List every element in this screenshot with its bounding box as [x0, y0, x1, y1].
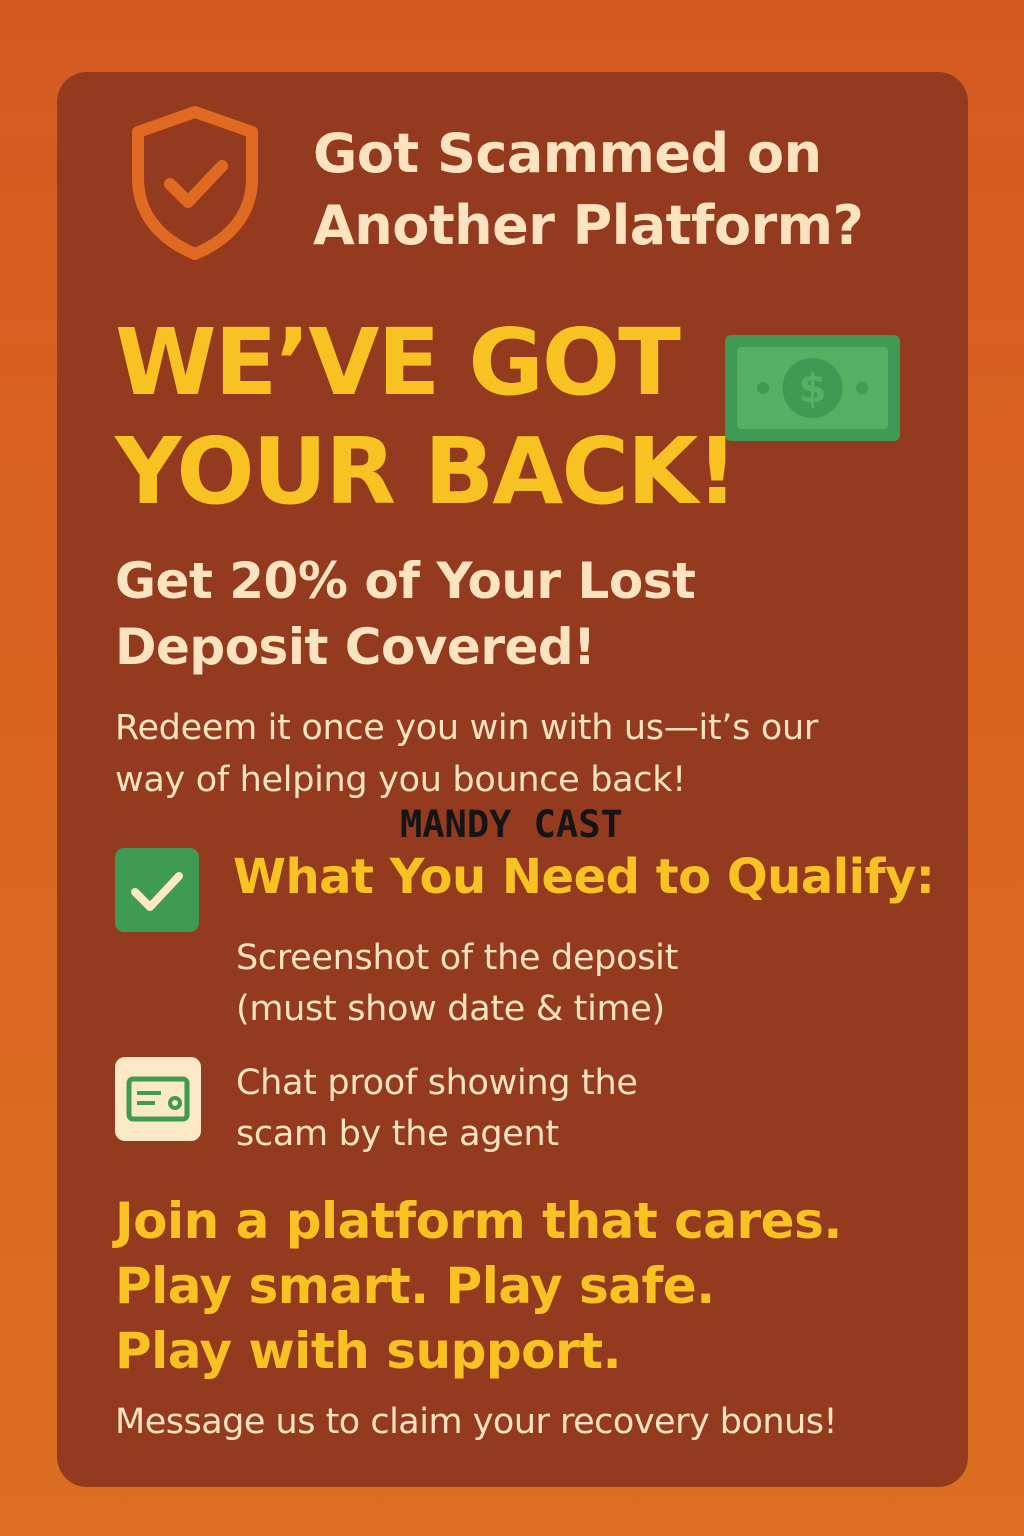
mandy-cast-stamp: MANDY CAST [400, 803, 623, 846]
tagline-line-3: Play with support. [115, 1322, 622, 1380]
svg-text:$: $ [799, 366, 827, 412]
headline: Got Scammed on Another Platform? [313, 118, 864, 262]
subtext-line-2: way of helping you bounce back! [115, 760, 686, 800]
requirement-item-2: Chat proof showing the scam by the agent [236, 1058, 638, 1160]
tagline: Join a platform that cares. Play smart. … [115, 1189, 842, 1384]
tagline-line-2: Play smart. Play safe. [115, 1257, 715, 1315]
call-to-action: Message us to claim your recovery bonus! [115, 1402, 838, 1442]
headline-line-1: Got Scammed on [313, 122, 822, 185]
tagline-line-1: Join a platform that cares. [115, 1192, 842, 1250]
money-bill-icon: $ [725, 335, 900, 441]
hero-line-2: YOUR BACK! [115, 418, 738, 525]
requirement-item-1: Screenshot of the deposit (must show dat… [236, 933, 678, 1035]
subtext: Redeem it once you win with us—it’s our … [115, 702, 818, 806]
checkmark-icon [115, 848, 199, 932]
hero-line-1: WE’VE GOT [115, 309, 681, 416]
qualify-heading: What You Need to Qualify: [233, 849, 935, 905]
offer-line-1: Get 20% of Your Lost [115, 552, 696, 610]
requirement-1-line-2: (must show date & time) [236, 989, 665, 1029]
payment-card-icon [115, 1057, 201, 1141]
requirement-1-line-1: Screenshot of the deposit [236, 938, 678, 978]
headline-line-2: Another Platform? [313, 194, 864, 257]
subtext-line-1: Redeem it once you win with us—it’s our [115, 708, 818, 748]
requirement-2-line-2: scam by the agent [236, 1114, 559, 1154]
hero-title: WE’VE GOT YOUR BACK! [115, 308, 738, 526]
shield-check-icon [128, 106, 262, 260]
offer-text: Get 20% of Your Lost Deposit Covered! [115, 548, 696, 680]
requirement-2-line-1: Chat proof showing the [236, 1063, 638, 1103]
offer-line-2: Deposit Covered! [115, 618, 596, 676]
